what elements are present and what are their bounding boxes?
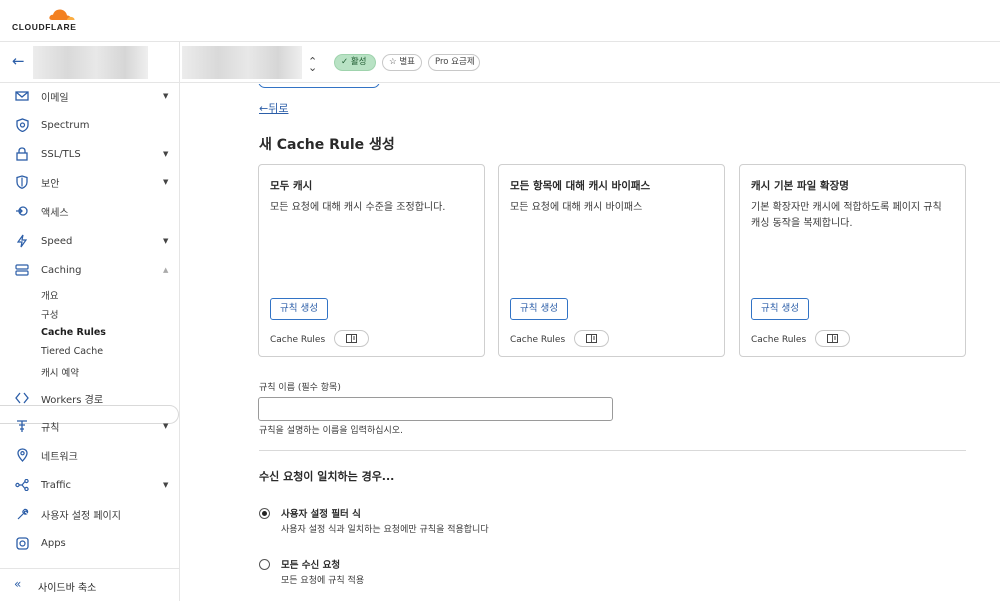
all-requests-radio[interactable] <box>259 559 270 570</box>
wrench-icon <box>15 507 29 521</box>
sidebar-item-custom-pages[interactable]: 사용자 설정 페이지 <box>0 501 179 527</box>
star-button[interactable]: ☆ 별표 <box>382 54 422 71</box>
book-icon <box>827 334 838 343</box>
top-bar: CLOUDFLARE <box>0 0 1000 42</box>
location-icon <box>15 448 29 462</box>
chevron-updown-icon[interactable]: ⌃ ⌄ <box>308 56 317 80</box>
sidebar-item-access[interactable]: 액세스 <box>0 198 179 224</box>
caret-down-icon: ▼ <box>163 237 169 245</box>
status-badge: ✓ 활성 <box>334 54 376 71</box>
caret-down-icon: ▼ <box>163 178 169 186</box>
mail-icon <box>15 89 29 103</box>
caret-down-icon: ▼ <box>163 422 169 430</box>
divider <box>259 450 966 451</box>
sidebar-subitem-cache-reserve[interactable]: 캐시 예약 <box>41 365 79 379</box>
cloud-icon <box>49 9 75 20</box>
docs-button[interactable] <box>334 330 369 347</box>
storage-icon <box>15 263 29 277</box>
caret-down-icon: ▼ <box>163 92 169 100</box>
sidebar-item-speed[interactable]: Speed ▼ <box>0 228 179 254</box>
account-bar: ← ⌃ ⌄ ✓ 활성 ☆ 별표 Pro 요금제 <box>0 42 1000 83</box>
rule-name-input[interactable] <box>258 397 613 421</box>
traffic-icon <box>15 478 29 492</box>
sidebar: 이메일 ▼ Spectrum SSL/TLS ▼ 보안 ▼ 액세스 Speed … <box>0 83 179 601</box>
shield-icon <box>15 118 29 132</box>
sidebar-item-security[interactable]: 보안 ▼ <box>0 169 179 195</box>
sidebar-subitem-configuration[interactable]: 구성 <box>41 307 58 321</box>
cloudflare-logo[interactable]: CLOUDFLARE <box>12 6 92 34</box>
create-rule-button[interactable]: 규칙 생성 <box>510 298 568 320</box>
double-chevron-left-icon: « <box>14 577 22 591</box>
sidebar-item-network[interactable]: 네트워크 <box>0 442 179 468</box>
rules-icon <box>15 419 29 433</box>
sidebar-subitem-tiered-cache[interactable]: Tiered Cache <box>41 346 103 357</box>
custom-filter-radio[interactable] <box>259 508 270 519</box>
template-card-bypass-cache: 모든 항목에 대해 캐시 바이패스 모든 요청에 대해 캐시 바이패스 규칙 생… <box>498 164 725 357</box>
lightning-icon <box>15 234 29 248</box>
apps-icon <box>15 536 29 550</box>
shield-outline-icon <box>15 175 29 189</box>
sidebar-item-caching[interactable]: Caching ▲ <box>0 257 179 283</box>
back-arrow-icon[interactable]: ← <box>12 54 25 69</box>
sidebar-item-email[interactable]: 이메일 ▼ <box>0 83 179 109</box>
custom-filter-desc: 사용자 설정 식과 일치하는 요청에만 규칙을 적용합니다 <box>281 525 489 535</box>
sidebar-item-workers-routes[interactable]: Workers 경로 <box>0 385 179 411</box>
sidebar-item-ssl-tls[interactable]: SSL/TLS ▼ <box>0 141 179 167</box>
page-title: 새 Cache Rule 생성 <box>259 137 395 153</box>
plan-badge[interactable]: Pro 요금제 <box>428 54 480 71</box>
main-content: ←뒤로 새 Cache Rule 생성 모두 캐시 모든 요청에 대해 캐시 수… <box>180 84 1000 601</box>
sidebar-item-spectrum[interactable]: Spectrum <box>0 112 179 138</box>
docs-button[interactable] <box>574 330 609 347</box>
book-icon <box>586 334 597 343</box>
scrolled-button[interactable] <box>258 84 380 88</box>
caret-down-icon: ▼ <box>163 150 169 158</box>
caret-down-icon: ▼ <box>163 481 169 489</box>
custom-filter-title: 사용자 설정 필터 식 <box>281 509 361 520</box>
sidebar-item-rules[interactable]: 규칙 ▼ <box>0 413 179 439</box>
redacted-account-name <box>33 46 148 79</box>
docs-button[interactable] <box>815 330 850 347</box>
create-rule-button[interactable]: 규칙 생성 <box>270 298 328 320</box>
sidebar-subitem-cache-rules[interactable]: Cache Rules <box>41 327 106 338</box>
sidebar-item-apps[interactable]: Apps <box>0 530 179 556</box>
workers-icon <box>15 391 29 405</box>
match-section-title: 수신 요청이 일치하는 경우... <box>259 470 395 483</box>
redacted-zone-name <box>182 46 302 79</box>
back-link[interactable]: ←뒤로 <box>259 100 288 116</box>
book-icon <box>346 334 357 343</box>
template-card-cache-everything: 모두 캐시 모든 요청에 대해 캐시 수준을 조정합니다. 규칙 생성 Cach… <box>258 164 485 357</box>
rule-name-label: 규칙 이름 (필수 항목) <box>259 383 341 393</box>
all-requests-title: 모든 수신 요청 <box>281 560 341 571</box>
caret-up-icon: ▲ <box>163 266 169 274</box>
create-rule-button[interactable]: 규칙 생성 <box>751 298 809 320</box>
sidebar-subitem-overview[interactable]: 개요 <box>41 288 58 302</box>
all-requests-desc: 모든 요청에 규칙 적용 <box>281 576 365 586</box>
template-card-default-extensions: 캐시 기본 파일 확장명 기본 확장자만 캐시에 적합하도록 페이지 규칙 캐싱… <box>739 164 966 357</box>
collapse-sidebar-button[interactable]: « 사이드바 축소 <box>0 568 179 601</box>
lock-icon <box>15 147 29 161</box>
rule-name-help: 규칙을 설명하는 이름을 입력하십시오. <box>259 426 403 436</box>
sidebar-item-traffic[interactable]: Traffic ▼ <box>0 472 179 498</box>
access-icon <box>15 204 29 218</box>
